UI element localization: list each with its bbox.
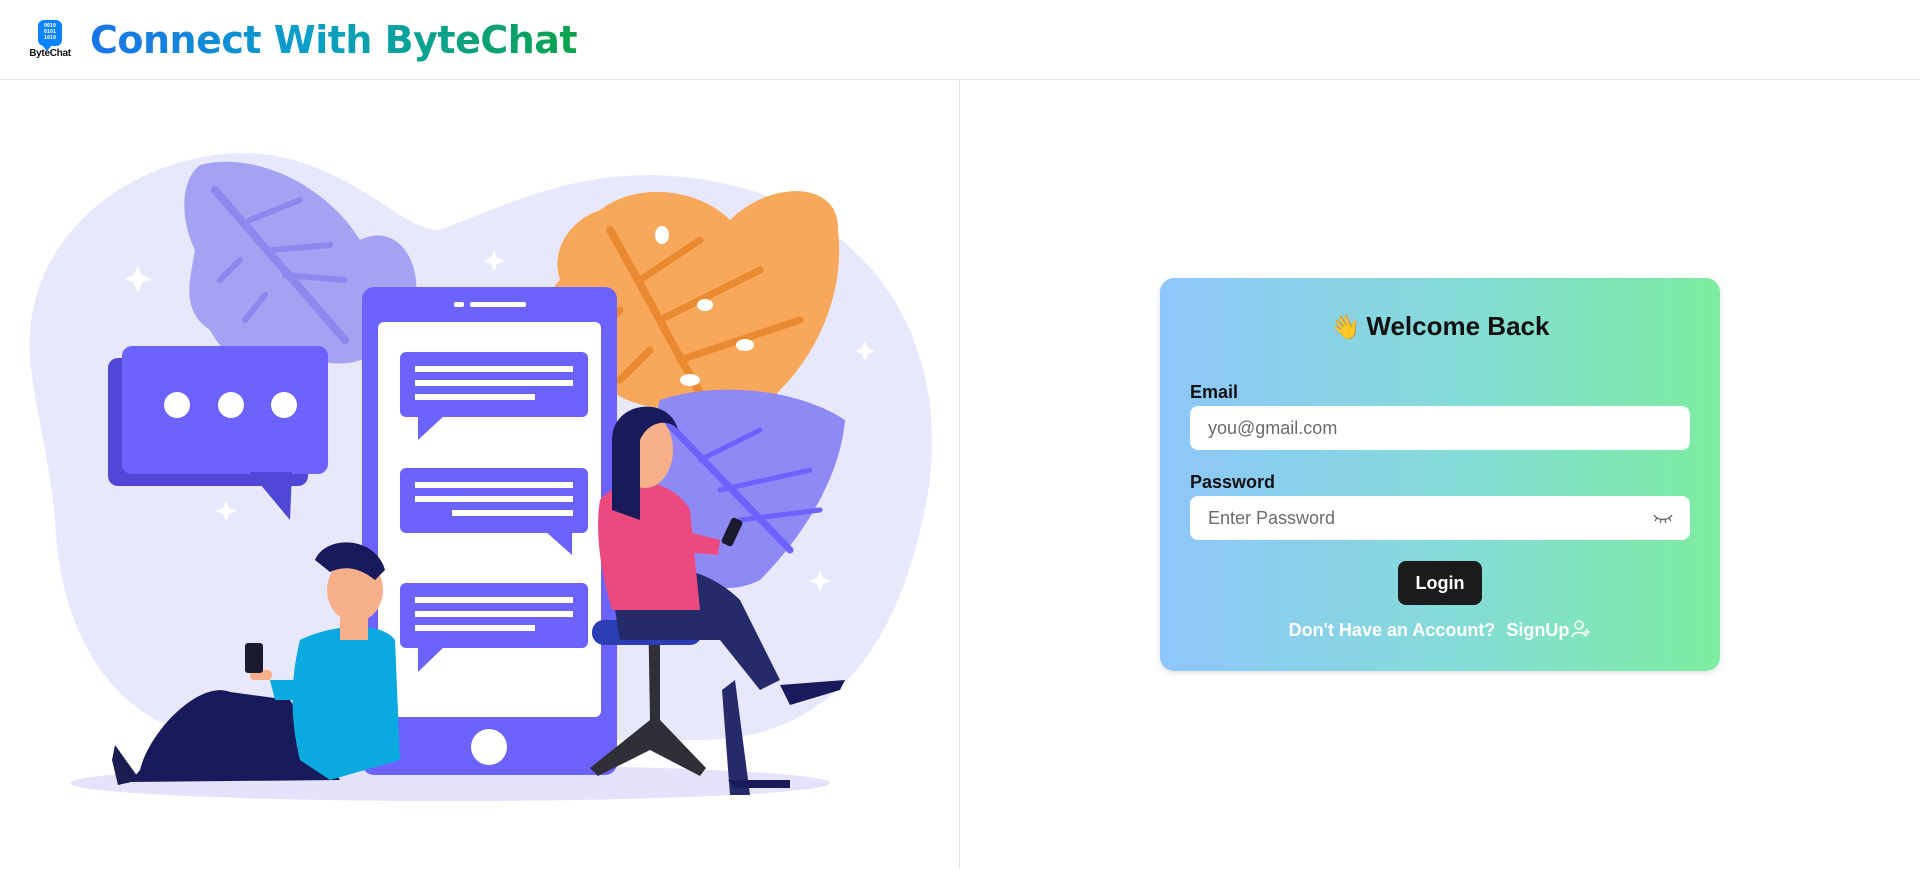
password-field[interactable] — [1206, 506, 1644, 530]
card-title: 👋 Welcome Back — [1160, 311, 1720, 342]
signup-link-label: SignUp — [1506, 620, 1570, 640]
password-label: Password — [1190, 472, 1276, 492]
signup-row: Don't Have an Account? SignUp — [1160, 619, 1720, 641]
phone-icon — [362, 287, 617, 775]
email-field-wrapper — [1190, 406, 1690, 450]
page-title: Connect With ByteChat — [90, 18, 578, 62]
login-card: 👋Welcome Back Email Password Login Don't… — [1160, 278, 1720, 671]
waving-hand-icon: 👋 — [1330, 314, 1361, 341]
vertical-divider — [959, 80, 960, 868]
eye-closed-icon[interactable] — [1652, 511, 1674, 525]
signup-link[interactable]: SignUp — [1506, 620, 1591, 640]
signup-prompt: Don't Have an Account? — [1288, 620, 1496, 640]
logo-binary-text: 0010 0101 1010 — [43, 23, 57, 41]
user-plus-icon — [1571, 620, 1591, 638]
email-field[interactable] — [1206, 416, 1674, 440]
login-button[interactable]: Login — [1398, 561, 1482, 605]
welcome-heading: Welcome Back — [1366, 311, 1550, 341]
email-label: Email — [1190, 382, 1239, 402]
logo-wordmark: ByteChat — [29, 48, 71, 59]
chat-illustration — [0, 80, 959, 868]
bytechat-logo[interactable]: 0010 0101 1010 ByteChat — [28, 20, 72, 60]
password-field-wrapper — [1190, 496, 1690, 540]
chat-bubble-logo-icon: 0010 0101 1010 — [38, 20, 62, 51]
app-header: 0010 0101 1010 ByteChat Connect With Byt… — [0, 0, 1920, 80]
